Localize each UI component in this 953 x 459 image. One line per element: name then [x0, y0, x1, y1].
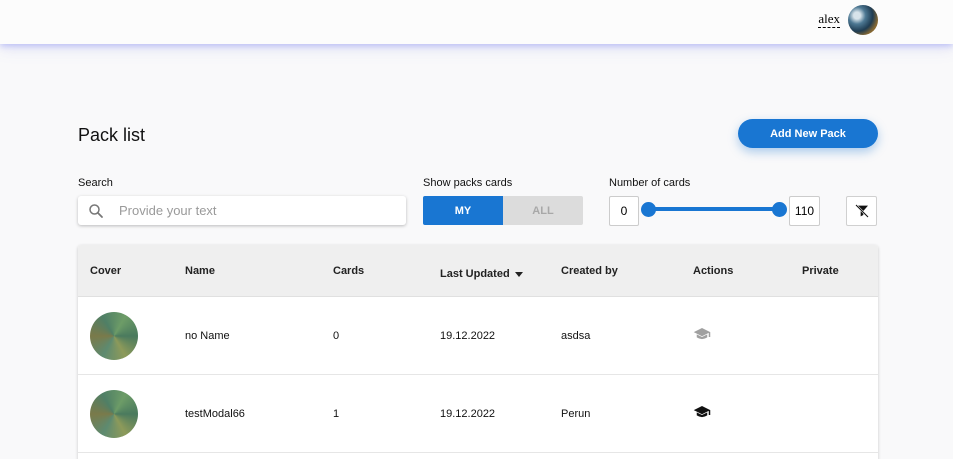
toggle-all-button[interactable]: ALL [503, 196, 583, 225]
created-by-cell: asdsa [561, 330, 591, 342]
col-cover: Cover [90, 265, 122, 277]
show-packs-toggle[interactable]: MY ALL [423, 196, 583, 225]
filter-off-icon [854, 204, 869, 218]
min-cards-value: 0 [609, 196, 639, 226]
col-actions: Actions [693, 265, 734, 277]
toggle-my-button[interactable]: MY [423, 196, 503, 225]
max-cards-value: 110 [789, 196, 820, 226]
col-created-by[interactable]: Created by [561, 245, 618, 297]
user-avatar[interactable] [848, 5, 878, 35]
updated-cell: 19.12.2022 [440, 330, 496, 342]
slider-min-handle[interactable] [641, 202, 656, 217]
col-name[interactable]: Name [185, 245, 215, 297]
actions-cell [693, 295, 711, 373]
table-row: testModal66 1 19.12.2022 Perun [78, 375, 878, 453]
name-cell[interactable]: no Name [185, 297, 230, 375]
col-last-updated-label: Last Updated [440, 268, 510, 280]
user-name[interactable]: alex [818, 12, 840, 28]
col-private: Private [802, 265, 839, 277]
clear-filters-button[interactable] [846, 196, 877, 226]
cover-cell [90, 297, 138, 375]
pack-cover-image [90, 312, 138, 360]
sort-desc-icon[interactable] [514, 271, 523, 277]
cards-cell: 1 [333, 408, 340, 420]
col-last-updated[interactable]: Last Updated [440, 248, 523, 300]
search-label: Search [78, 177, 113, 189]
actions-cell [693, 373, 711, 451]
packs-table: Cover Name Cards Last Updated Created by… [78, 245, 878, 459]
col-cards[interactable]: Cards [333, 245, 364, 297]
cards-cell: 0 [333, 330, 340, 342]
search-input[interactable] [119, 203, 389, 218]
table-header: Cover Name Cards Last Updated Created by… [78, 245, 878, 297]
updated-cell: 19.12.2022 [440, 408, 496, 420]
search-field[interactable] [78, 196, 406, 225]
slider-max-handle[interactable] [772, 202, 787, 217]
name-cell[interactable]: testModal66 [185, 375, 245, 453]
learn-icon[interactable] [693, 405, 711, 419]
pack-cover-image [90, 390, 138, 438]
cover-cell [90, 375, 138, 453]
number-of-cards-label: Number of cards [609, 177, 691, 189]
user-menu[interactable]: alex [818, 5, 878, 35]
app-header: alex [0, 0, 953, 44]
cards-range-slider[interactable] [648, 207, 779, 211]
table-row: no Name 0 19.12.2022 asdsa [78, 297, 878, 375]
search-icon [89, 203, 103, 218]
show-packs-label: Show packs cards [423, 177, 513, 189]
created-by-cell: Perun [561, 408, 591, 420]
learn-icon[interactable] [693, 327, 711, 341]
page-title: Pack list [78, 125, 146, 145]
add-new-pack-button[interactable]: Add New Pack [738, 119, 878, 148]
